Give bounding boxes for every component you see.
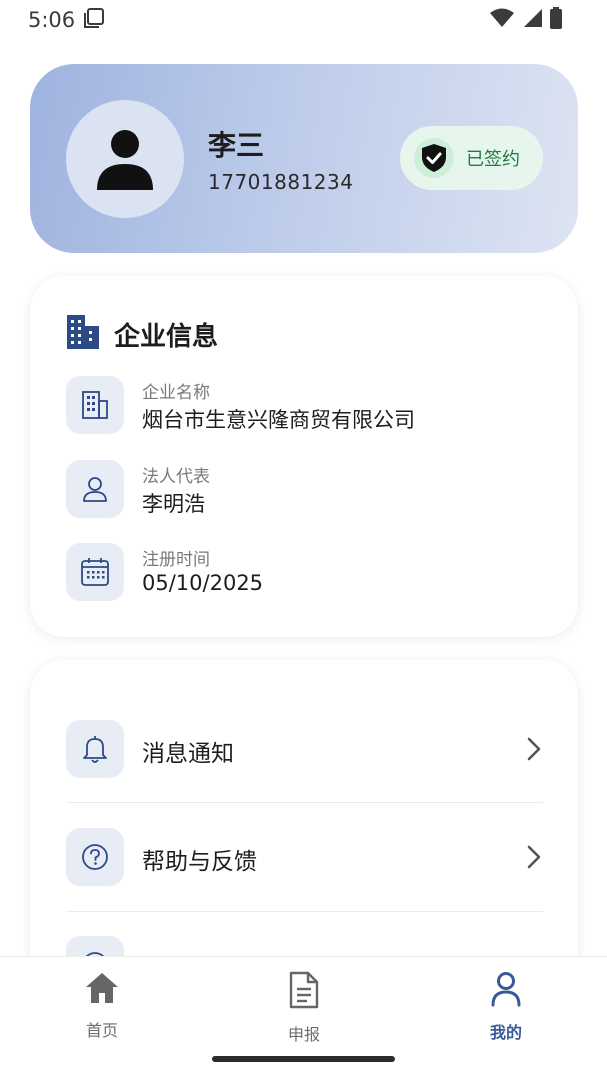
company-name-label: 企业名称 (142, 383, 210, 403)
chevron-right-icon (525, 736, 543, 766)
profile-card: 李三 17701881234 已签约 (30, 64, 578, 253)
user-icon (490, 971, 522, 1011)
company-name-value: 烟台市生意兴隆商贸有限公司 (142, 408, 415, 432)
nav-item-mine[interactable]: 我的 (446, 971, 566, 1042)
person-silhouette-icon (97, 130, 153, 190)
shield-check-icon (414, 138, 454, 178)
screenshot-icon (83, 7, 105, 34)
signed-status-text: 已签约 (466, 149, 520, 170)
calendar-icon (66, 543, 124, 601)
menu-label-notifications: 消息通知 (142, 741, 234, 767)
avatar[interactable] (66, 100, 184, 218)
bell-icon (66, 720, 124, 778)
company-building-icon (66, 314, 100, 354)
signed-status-badge: 已签约 (400, 126, 543, 190)
nav-item-declare[interactable]: 申报 (244, 971, 364, 1044)
nav-label-mine: 我的 (489, 1023, 522, 1042)
legal-rep-label: 法人代表 (142, 467, 210, 487)
legal-rep-value: 李明浩 (142, 492, 205, 516)
help-icon (66, 828, 124, 886)
user-name: 李三 (208, 129, 265, 162)
company-info-card: 企业信息 企业名称 烟台市生意兴隆商贸有限公司 法人代表 李明浩 注册时间 05… (30, 276, 578, 637)
home-indicator[interactable] (212, 1056, 395, 1062)
status-time: 5:06 (28, 8, 76, 32)
info-row-reg-date: 注册时间 05/10/2025 (66, 543, 546, 603)
menu-divider (66, 911, 543, 912)
chevron-right-icon (525, 844, 543, 874)
home-icon (84, 971, 120, 1009)
document-icon (287, 971, 321, 1013)
building-icon (66, 376, 124, 434)
menu-item-help[interactable]: 帮助与反馈 (66, 828, 543, 936)
cell-signal-icon (521, 8, 543, 32)
nav-item-home[interactable]: 首页 (42, 971, 162, 1041)
menu-divider (66, 802, 543, 803)
menu-item-notifications[interactable]: 消息通知 (66, 720, 543, 828)
user-phone: 17701881234 (208, 170, 354, 194)
info-row-legal-rep: 法人代表 李明浩 (66, 460, 546, 520)
section-title: 企业信息 (114, 321, 219, 352)
nav-label-declare: 申报 (287, 1025, 320, 1044)
battery-icon (549, 7, 563, 33)
menu-label-help: 帮助与反馈 (142, 849, 257, 875)
info-row-company-name: 企业名称 烟台市生意兴隆商贸有限公司 (66, 376, 546, 436)
reg-date-value: 05/10/2025 (142, 571, 264, 595)
reg-date-label: 注册时间 (142, 550, 210, 570)
wifi-icon (489, 8, 515, 32)
status-bar: 5:06 (0, 0, 607, 40)
nav-label-home: 首页 (85, 1021, 118, 1040)
person-icon (66, 460, 124, 518)
